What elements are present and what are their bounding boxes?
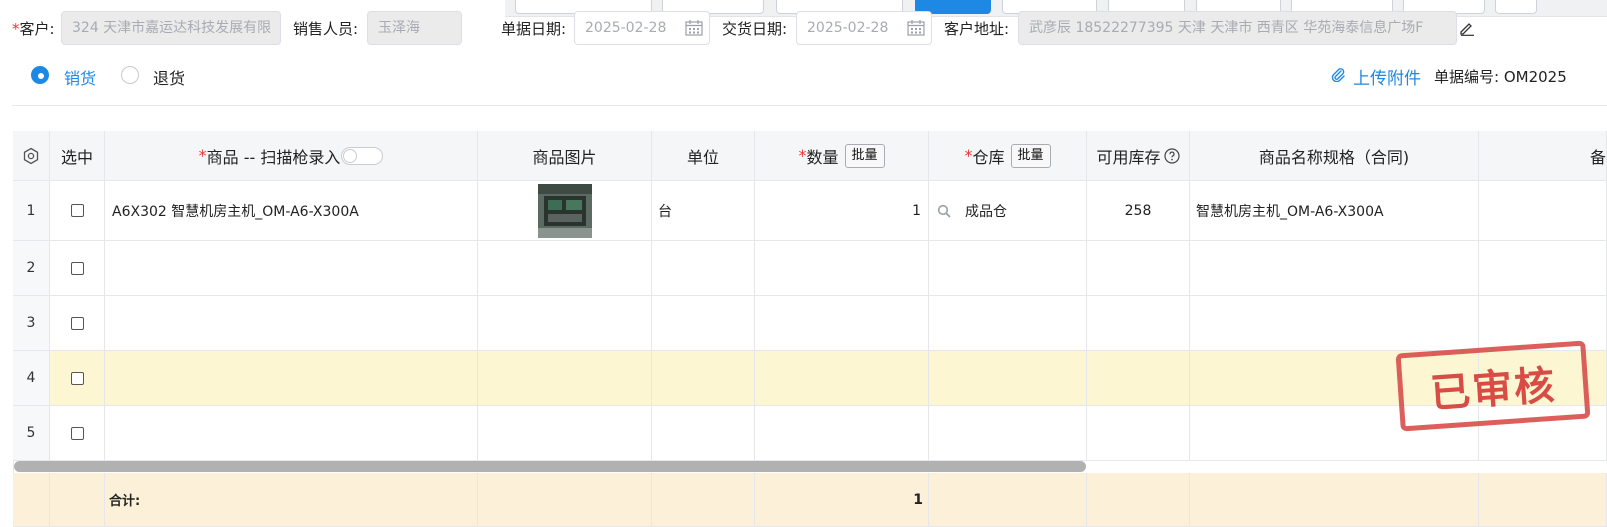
row-checkbox[interactable] <box>70 261 84 275</box>
row-checkbox[interactable] <box>70 426 84 440</box>
qty-batch-button[interactable]: 批量 <box>844 143 885 168</box>
address-field[interactable]: 武彦辰 18522277395 天津 天津市 西青区 华苑海泰信息广场F <box>1018 11 1457 45</box>
row-number: 5 <box>13 406 50 461</box>
row-name-spec[interactable]: 智慧机房主机_OM-A6-X300A <box>1190 181 1479 241</box>
scanner-toggle[interactable] <box>341 146 384 165</box>
header-settings[interactable] <box>13 131 50 181</box>
row-number: 4 <box>13 351 50 406</box>
salesperson-field[interactable]: 玉泽海 <box>367 11 462 45</box>
radio-sale[interactable] <box>31 66 49 84</box>
row-product[interactable]: A6X302 智慧机房主机_OM-A6-X300A <box>105 181 478 241</box>
row-checkbox[interactable] <box>70 371 84 385</box>
toolbar-button[interactable] <box>1495 0 1537 14</box>
row-checkbox[interactable] <box>70 204 84 217</box>
approved-stamp: 已审核 <box>1395 340 1591 432</box>
section-divider <box>12 105 1607 106</box>
row-number: 1 <box>13 181 50 241</box>
row-product[interactable] <box>105 406 478 461</box>
address-label: 客户地址: <box>944 20 1010 38</box>
doc-date-field[interactable]: 2025-02-28 <box>574 11 710 45</box>
salesperson-label: 销售人员: <box>293 20 359 38</box>
header-name-spec: 商品名称规格（合同) <box>1190 131 1479 181</box>
header-product: * 商品 -- 扫描枪录入 <box>105 131 478 181</box>
row-number: 2 <box>13 241 50 296</box>
total-qty: 1 <box>755 473 929 527</box>
upload-attachment-link[interactable]: 上传附件 <box>1353 64 1421 89</box>
customer-field[interactable]: 324 天津市嘉运达科技发展有限 <box>61 11 281 45</box>
header-unit: 单位 <box>652 131 755 181</box>
header-select: 选中 <box>50 131 105 181</box>
delivery-date-field[interactable]: 2025-02-28 <box>796 11 932 45</box>
header-qty: * 数量 批量 <box>755 131 929 181</box>
calendar-icon[interactable] <box>685 20 703 36</box>
radio-return-label[interactable]: 退货 <box>153 65 185 89</box>
total-label: 合计: <box>105 473 478 527</box>
row-number: 3 <box>13 296 50 351</box>
warehouse-batch-button[interactable]: 批量 <box>1010 143 1051 168</box>
product-thumbnail[interactable] <box>537 183 592 238</box>
horizontal-scrollbar[interactable] <box>14 461 1086 472</box>
doc-number: 单据编号: OM2025 <box>1434 68 1567 86</box>
radio-sale-label[interactable]: 销货 <box>64 65 96 89</box>
row-product[interactable] <box>105 296 478 351</box>
row-product[interactable] <box>105 351 478 406</box>
search-icon[interactable] <box>937 204 951 218</box>
customer-label: *客户: <box>12 20 55 38</box>
settings-icon[interactable] <box>22 147 40 165</box>
row-image-cell <box>478 181 652 241</box>
radio-return[interactable] <box>121 66 139 84</box>
edit-icon[interactable] <box>1459 20 1475 36</box>
delivery-date-label: 交货日期: <box>722 20 788 38</box>
doc-date-label: 单据日期: <box>501 20 567 38</box>
row-unit: 台 <box>652 181 755 241</box>
calendar-icon[interactable] <box>907 20 925 36</box>
row-stock: 258 <box>1087 181 1190 241</box>
header-warehouse: * 仓库 批量 <box>929 131 1087 181</box>
header-image: 商品图片 <box>478 131 652 181</box>
row-remark[interactable] <box>1479 181 1607 241</box>
row-checkbox[interactable] <box>70 316 84 330</box>
help-icon[interactable] <box>1163 147 1180 164</box>
paperclip-icon[interactable] <box>1330 66 1346 82</box>
row-warehouse[interactable]: 成品仓 <box>929 181 1087 241</box>
header-stock: 可用库存 <box>1087 131 1190 181</box>
row-qty[interactable]: 1 <box>755 181 929 241</box>
header-remark: 备 <box>1479 131 1607 181</box>
row-product[interactable] <box>105 241 478 296</box>
